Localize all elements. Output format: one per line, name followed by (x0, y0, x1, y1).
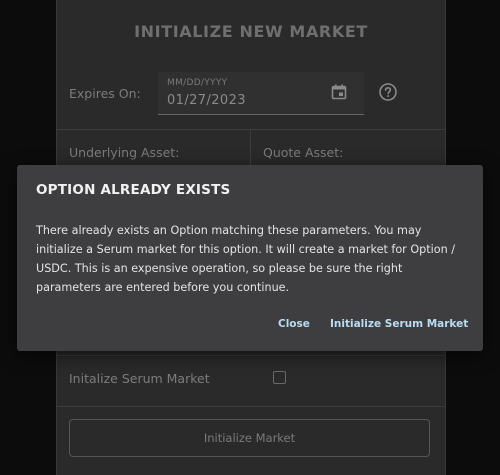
help-circle-icon[interactable] (378, 82, 398, 102)
option-exists-dialog: OPTION ALREADY EXISTS There already exis… (17, 165, 483, 351)
serum-market-label: Initalize Serum Market (69, 371, 210, 386)
app-stage: INITIALIZE NEW MARKET Expires On: MM/DD/… (0, 0, 500, 475)
calendar-icon[interactable] (330, 83, 348, 101)
page-title: INITIALIZE NEW MARKET (134, 22, 368, 41)
initialize-market-button[interactable]: Initialize Market (69, 419, 430, 457)
dialog-title: OPTION ALREADY EXISTS (36, 182, 231, 198)
section-divider (57, 129, 445, 130)
underlying-asset-label: Underlying Asset: (69, 145, 180, 160)
section-divider (57, 355, 445, 356)
quote-asset-label: Quote Asset: (263, 145, 344, 160)
section-divider (57, 406, 445, 407)
date-placeholder: MM/DD/YYYY (167, 78, 228, 88)
expiration-date-field[interactable]: MM/DD/YYYY 01/27/2023 (158, 72, 364, 115)
dialog-message: There already exists an Option matching … (36, 224, 455, 294)
date-value: 01/27/2023 (167, 93, 246, 108)
initialize-serum-market-button[interactable]: Initialize Serum Market (330, 318, 468, 330)
serum-market-checkbox[interactable] (273, 371, 286, 384)
close-button[interactable]: Close (278, 318, 310, 330)
expires-label: Expires On: (69, 86, 141, 101)
